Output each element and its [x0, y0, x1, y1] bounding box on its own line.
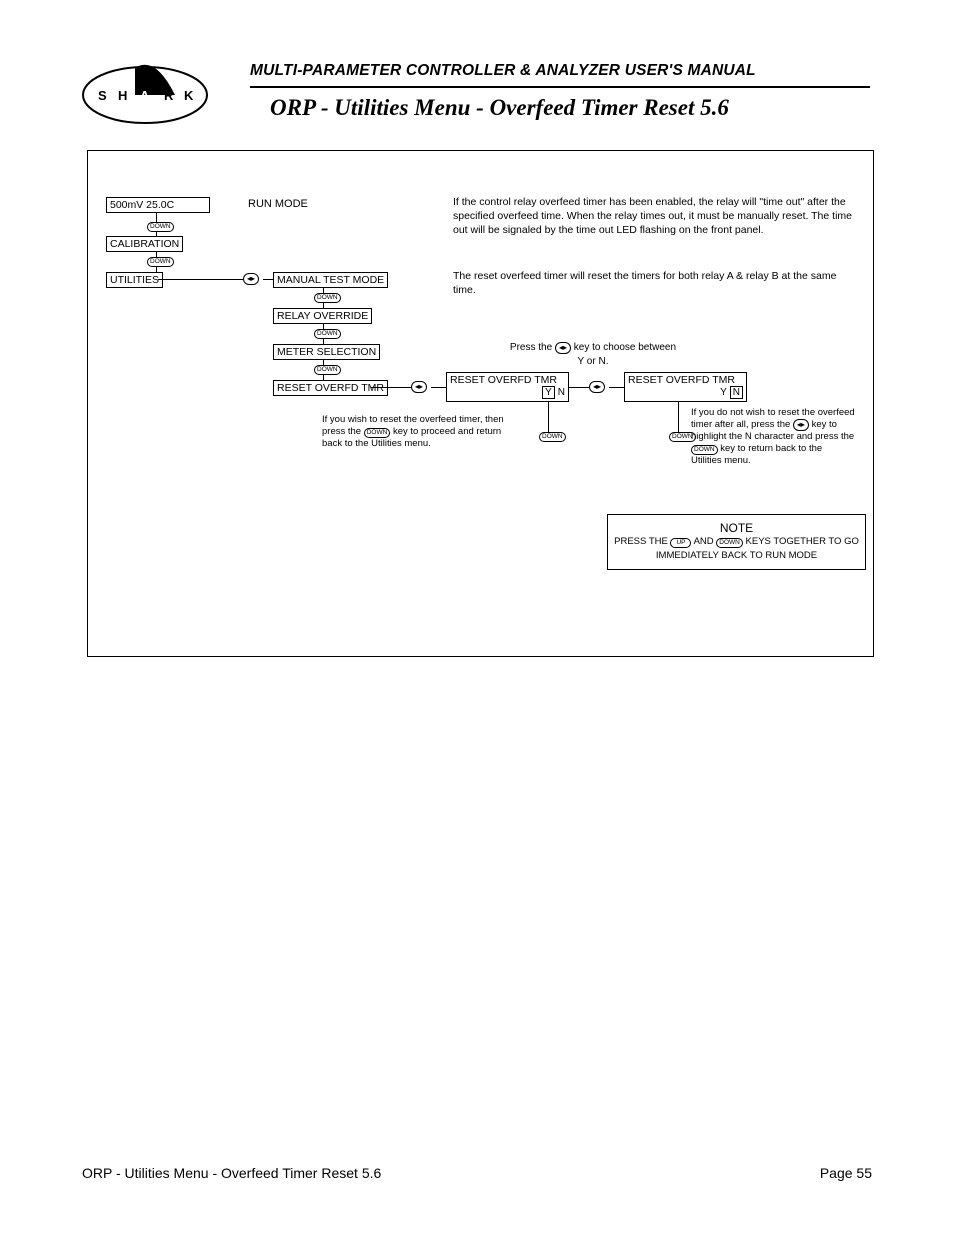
yes-text: If you wish to reset the overfeed timer,…: [322, 414, 522, 450]
connector: [371, 387, 411, 388]
connector: [263, 279, 273, 280]
svg-text:K: K: [184, 88, 194, 103]
calibration-box: CALIBRATION: [106, 236, 183, 252]
leftright-key-icon: ◂▸: [589, 381, 605, 393]
y-selected: Y: [542, 386, 555, 399]
diagram-frame: 500mV 25.0C RUN MODE DOWN CALIBRATION DO…: [87, 150, 874, 657]
meter-selection-box: METER SELECTION: [273, 344, 380, 360]
reset-yn-title: RESET OVERFD TMR: [628, 374, 735, 386]
leftright-key-icon: ◂▸: [555, 342, 571, 354]
leftright-key-icon: ◂▸: [411, 381, 427, 393]
y-option: Y: [720, 387, 727, 398]
leftright-key-icon: ◂▸: [243, 273, 259, 285]
reset-yn-n-box: RESET OVERFD TMR Y N: [624, 372, 747, 402]
down-key-icon: DOWN: [691, 445, 718, 455]
connector: [569, 387, 589, 388]
run-mode-label: RUN MODE: [248, 198, 308, 210]
svg-text:S: S: [98, 88, 107, 103]
connector: [431, 387, 446, 388]
leftright-key-icon: ◂▸: [793, 419, 809, 431]
connector: [609, 387, 624, 388]
svg-text:A: A: [140, 88, 150, 103]
down-key-icon: DOWN: [147, 257, 174, 267]
reset-overfd-box: RESET OVERFD TMR: [273, 380, 388, 396]
manual-title: MULTI-PARAMETER CONTROLLER & ANALYZER US…: [250, 62, 756, 80]
svg-text:H: H: [118, 88, 127, 103]
connector: [156, 212, 157, 222]
desc-para-1: If the control relay overfeed timer has …: [453, 195, 853, 237]
connector: [158, 279, 243, 280]
txt: AND: [694, 536, 714, 547]
no-text: If you do not wish to reset the overfeed…: [691, 407, 855, 467]
reset-yn-title: RESET OVERFD TMR: [450, 374, 557, 386]
up-key-icon: UP: [670, 538, 691, 548]
desc-para-2: The reset overfeed timer will reset the …: [453, 269, 853, 297]
down-key-icon: DOWN: [716, 538, 743, 548]
down-key-icon: DOWN: [364, 428, 391, 438]
footer-page-number: Page 55: [820, 1165, 872, 1181]
down-key-icon: DOWN: [539, 432, 566, 442]
txt: PRESS THE: [614, 536, 668, 547]
reset-yn-y-box: RESET OVERFD TMR Y N: [446, 372, 569, 402]
down-key-icon: DOWN: [147, 222, 174, 232]
txt: Press the: [510, 342, 552, 353]
utilities-box: UTILITIES: [106, 272, 163, 288]
choose-text: Press the ◂▸ key to choose between Y or …: [508, 341, 678, 369]
connector: [678, 402, 679, 432]
header-rule: [250, 86, 870, 88]
section-title: ORP - Utilities Menu - Overfeed Timer Re…: [270, 95, 729, 121]
svg-text:R: R: [164, 88, 174, 103]
manual-test-box: MANUAL TEST MODE: [273, 272, 388, 288]
connector: [548, 402, 549, 432]
down-key-icon: DOWN: [314, 293, 341, 303]
down-key-icon: DOWN: [314, 365, 341, 375]
display-box: 500mV 25.0C: [106, 197, 210, 213]
relay-override-box: RELAY OVERRIDE: [273, 308, 372, 324]
txt: key to choose between Y or N.: [574, 342, 676, 367]
note-box: NOTE PRESS THE UP AND DOWN KEYS TOGETHER…: [607, 514, 866, 570]
note-title: NOTE: [614, 521, 859, 535]
footer-section-title: ORP - Utilities Menu - Overfeed Timer Re…: [82, 1165, 381, 1181]
down-key-icon: DOWN: [314, 329, 341, 339]
n-selected: N: [730, 386, 743, 399]
page: S H A R K MULTI-PARAMETER CONTROLLER & A…: [0, 0, 954, 1235]
shark-logo-icon: S H A R K: [80, 50, 210, 125]
n-option: N: [558, 387, 565, 398]
